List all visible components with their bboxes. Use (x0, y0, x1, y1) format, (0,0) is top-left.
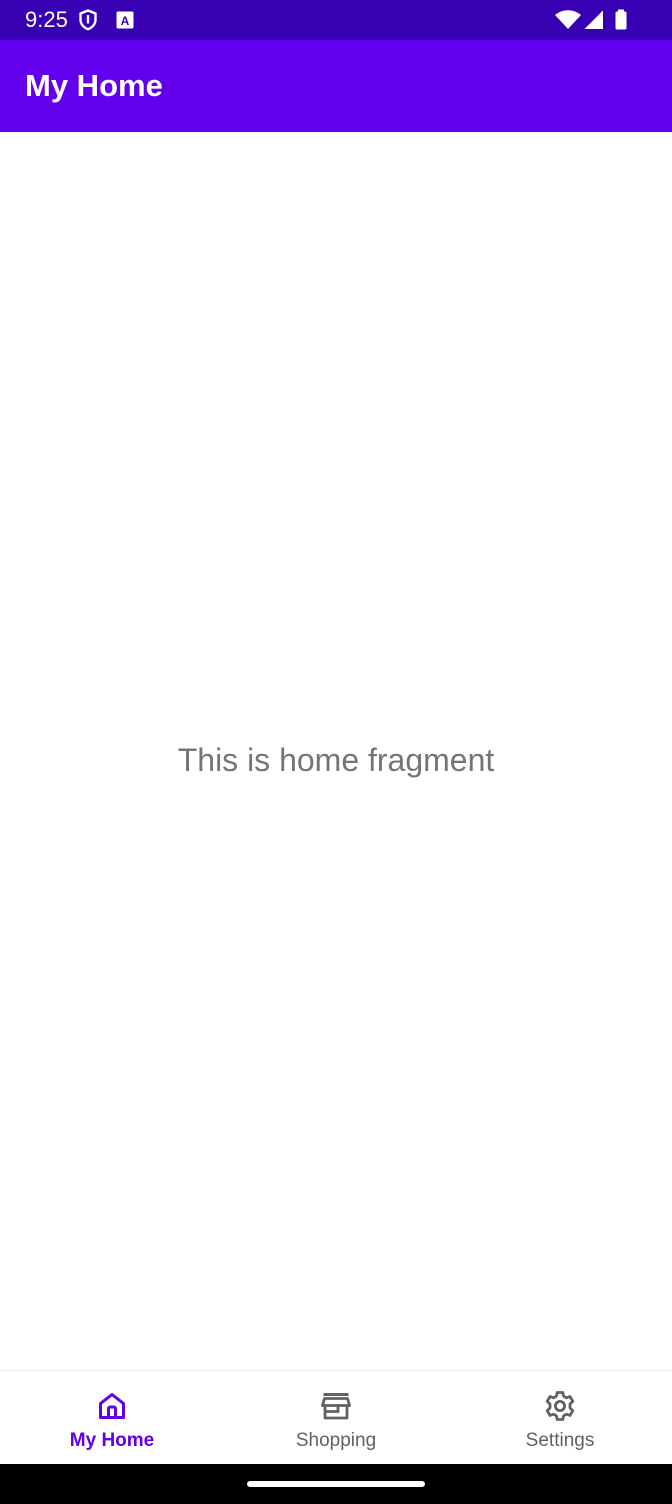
home-icon (95, 1389, 129, 1423)
nav-item-shopping[interactable]: Shopping (224, 1371, 448, 1465)
store-icon (319, 1389, 353, 1423)
shield-icon (76, 8, 100, 32)
nav-item-my-home[interactable]: My Home (0, 1371, 224, 1465)
fragment-message: This is home fragment (177, 742, 495, 778)
home-gesture-handle[interactable] (247, 1481, 425, 1487)
status-bar: 9:25 A (0, 0, 672, 40)
battery-icon (609, 8, 633, 32)
app-bar: My Home (0, 40, 672, 132)
nav-item-settings[interactable]: Settings (448, 1371, 672, 1465)
system-navigation-bar (0, 1464, 672, 1504)
gear-icon (543, 1389, 577, 1423)
bottom-navigation: My Home Shopping Settings (0, 1370, 672, 1465)
svg-text:A: A (121, 14, 130, 28)
nav-label-settings: Settings (525, 1430, 595, 1451)
wifi-icon (554, 8, 582, 32)
signal-icon (582, 8, 606, 32)
fragment-container: This is home fragment (0, 132, 672, 1370)
a-box-icon: A (113, 8, 137, 32)
screen: 9:25 A My Home This is home fragment My … (0, 0, 672, 1504)
nav-label-shopping: Shopping (295, 1430, 377, 1451)
status-time: 9:25 (25, 7, 68, 32)
page-title: My Home (25, 68, 163, 103)
nav-label-my-home: My Home (69, 1430, 155, 1451)
